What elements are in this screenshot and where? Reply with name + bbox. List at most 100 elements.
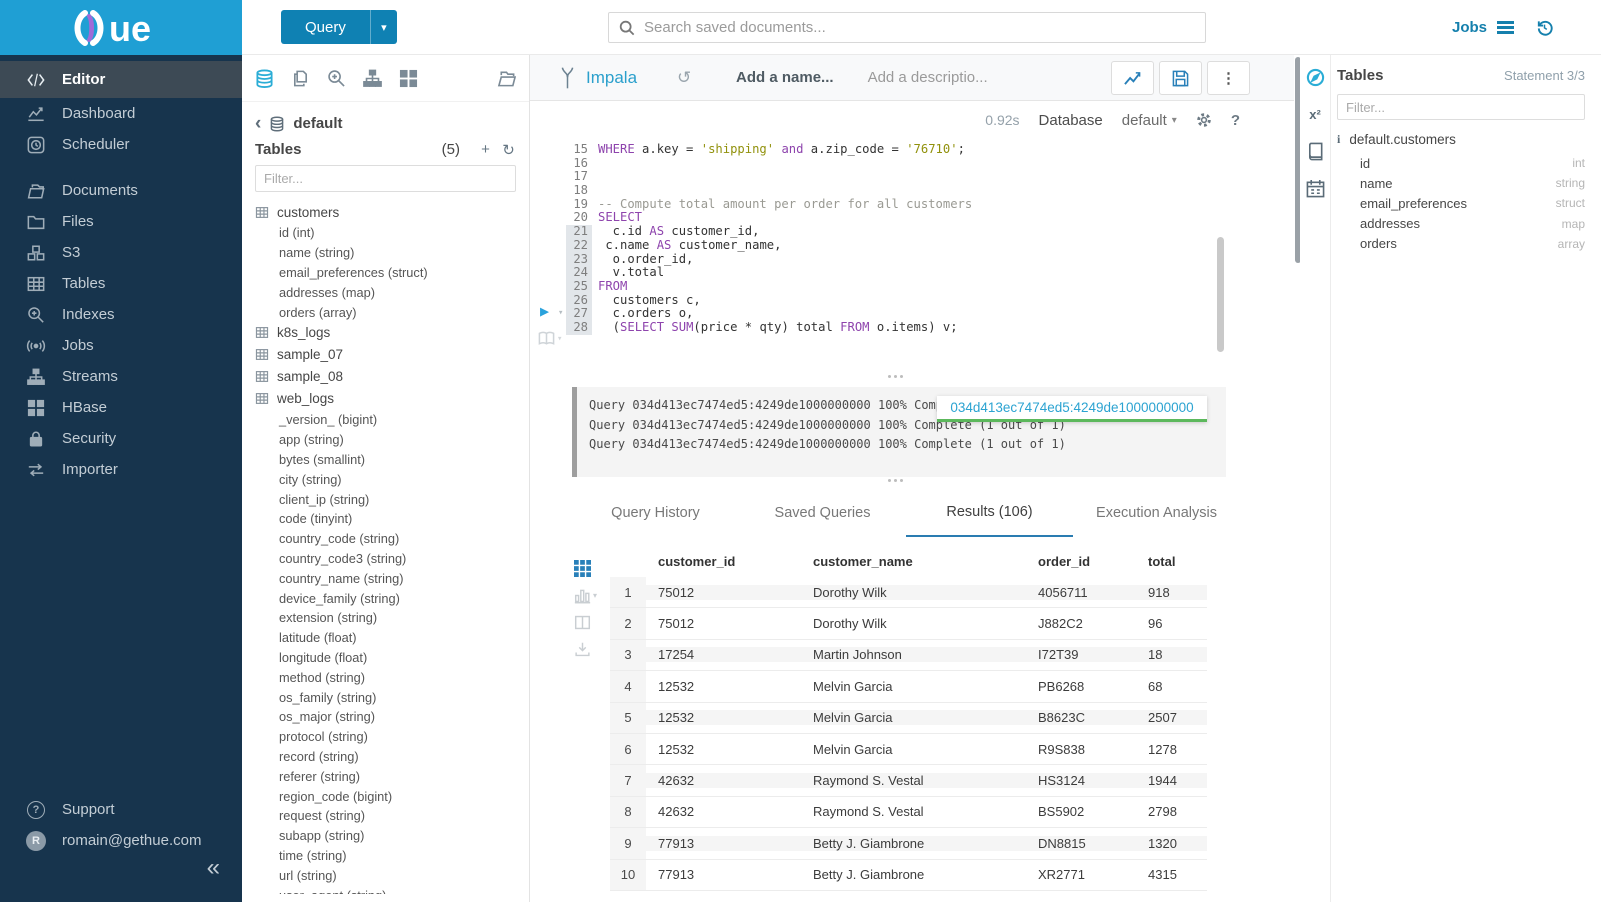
book-icon[interactable]	[1306, 142, 1325, 161]
results-cell[interactable]: 77913	[646, 867, 801, 882]
tree-column[interactable]: name (string)	[242, 243, 529, 263]
right-column-row[interactable]: ordersarray	[1337, 234, 1585, 254]
folder-open-icon[interactable]	[497, 69, 516, 88]
table-row[interactable]: 175012Dorothy Wilk4056711918	[610, 577, 1207, 608]
search-input[interactable]	[644, 19, 1195, 36]
results-cell[interactable]: 75012	[646, 616, 801, 631]
settings-gear-icon[interactable]	[1196, 112, 1212, 128]
sidebar-item-dashboard[interactable]: Dashboard	[0, 98, 242, 129]
resize-handle-top[interactable]	[888, 375, 903, 378]
tree-column[interactable]: user_agent (string)	[242, 885, 529, 894]
code-line[interactable]	[598, 157, 1214, 171]
results-cell[interactable]: Raymond S. Vestal	[801, 804, 1026, 819]
tree-column[interactable]: protocol (string)	[242, 727, 529, 747]
row-number[interactable]: 3	[610, 640, 646, 670]
results-cell[interactable]: Betty J. Giambrone	[801, 836, 1026, 851]
query-history-icon[interactable]	[1535, 18, 1554, 37]
table-row[interactable]: 317254Martin JohnsonI72T3918	[610, 640, 1207, 671]
results-cell[interactable]: 17254	[646, 647, 801, 662]
code-line[interactable]: FROM	[598, 280, 1214, 294]
code-line[interactable]: o.order_id,	[598, 253, 1214, 267]
results-cell[interactable]: I72T39	[1026, 647, 1136, 662]
sidebar-item-importer[interactable]: Importer	[0, 454, 242, 485]
results-cell[interactable]: 2507	[1136, 710, 1207, 725]
tree-column[interactable]: url (string)	[242, 865, 529, 885]
sidebar-item-user[interactable]: Rromain@gethue.com	[0, 825, 242, 856]
results-cell[interactable]: 12532	[646, 710, 801, 725]
row-number[interactable]: 7	[610, 765, 646, 795]
code-line[interactable]	[598, 170, 1214, 184]
tab-results-106-[interactable]: Results (106)	[906, 489, 1073, 537]
query-description-placeholder[interactable]: Add a descriptio...	[868, 69, 988, 86]
code-line[interactable]: SELECT	[598, 211, 1214, 225]
tree-column[interactable]: record (string)	[242, 747, 529, 767]
sidebar-item-hbase[interactable]: HBase	[0, 392, 242, 423]
tree-column[interactable]: subapp (string)	[242, 826, 529, 846]
active-table-name[interactable]: default.customers	[1349, 132, 1456, 147]
results-cell[interactable]: 77913	[646, 836, 801, 851]
sidebar-item-streams[interactable]: Streams	[0, 361, 242, 392]
results-cell[interactable]: Betty J. Giambrone	[801, 867, 1026, 882]
sidebar-collapse-icon[interactable]: «	[207, 856, 220, 880]
sidebar-item-indexes[interactable]: Indexes	[0, 299, 242, 330]
tab-query-history[interactable]: Query History	[572, 489, 739, 537]
table-row[interactable]: 512532Melvin GarciaB8623C2507	[610, 703, 1207, 734]
results-cell[interactable]: HS3124	[1026, 773, 1136, 788]
results-cell[interactable]: Melvin Garcia	[801, 742, 1026, 757]
results-cell[interactable]: XR2771	[1026, 867, 1136, 882]
sidebar-item-tables[interactable]: Tables	[0, 268, 242, 299]
database-selector-value[interactable]: default	[1122, 112, 1167, 129]
results-cell[interactable]: Martin Johnson	[801, 647, 1026, 662]
snippet-book-caret-icon[interactable]: ▾	[557, 335, 562, 344]
results-cell[interactable]: PB6268	[1026, 679, 1136, 694]
results-cell[interactable]: 1278	[1136, 742, 1207, 757]
results-cell[interactable]: DN8815	[1026, 836, 1136, 851]
database-selector[interactable]: default ▾	[1122, 112, 1177, 129]
table-row[interactable]: 842632Raymond S. VestalBS59022798	[610, 797, 1207, 828]
tree-column[interactable]: city (string)	[242, 469, 529, 489]
code-line[interactable]: c.name AS customer_name,	[598, 239, 1214, 253]
table-row[interactable]: 742632Raymond S. VestalHS31241944	[610, 765, 1207, 796]
table-row[interactable]: 1077913Betty J. GiambroneXR27714315	[610, 860, 1207, 891]
results-cell[interactable]: BS5902	[1026, 804, 1136, 819]
table-filter[interactable]	[255, 165, 516, 192]
row-number[interactable]: 2	[610, 608, 646, 638]
chart-button[interactable]	[1111, 61, 1154, 95]
results-cell[interactable]: 1320	[1136, 836, 1207, 851]
query-button-label[interactable]: Query	[281, 10, 370, 44]
back-chevron-icon[interactable]: ‹	[255, 114, 261, 133]
sidebar-item-s3[interactable]: S3	[0, 237, 242, 268]
bar-chart-icon[interactable]	[574, 587, 591, 604]
tree-column[interactable]: time (string)	[242, 846, 529, 866]
results-cell[interactable]: Dorothy Wilk	[801, 616, 1026, 631]
results-cell[interactable]: Melvin Garcia	[801, 679, 1026, 694]
help-icon[interactable]: ?	[1231, 112, 1240, 129]
tab-saved-queries[interactable]: Saved Queries	[739, 489, 906, 537]
tree-column[interactable]: latitude (float)	[242, 628, 529, 648]
database-icon[interactable]	[255, 69, 274, 88]
table-row[interactable]: 275012Dorothy WilkJ882C296	[610, 608, 1207, 639]
download-icon[interactable]	[574, 641, 591, 658]
code-line[interactable]: (SELECT SUM(price * qty) total FROM o.it…	[598, 321, 1214, 335]
tree-column[interactable]: longitude (float)	[242, 648, 529, 668]
results-cell[interactable]: Melvin Garcia	[801, 710, 1026, 725]
run-query-button[interactable]: ▶	[540, 304, 549, 319]
tree-column[interactable]: bytes (smallint)	[242, 450, 529, 470]
results-cell[interactable]: 68	[1136, 679, 1207, 694]
editor-scrollbar[interactable]	[1217, 237, 1224, 352]
sidebar-item-editor[interactable]: Editor	[0, 61, 242, 98]
right-column-row[interactable]: namestring	[1337, 173, 1585, 193]
tree-column[interactable]: orders (array)	[242, 302, 529, 322]
tree-column[interactable]: id (int)	[242, 223, 529, 243]
grid3-icon[interactable]	[574, 560, 591, 577]
copy-icon[interactable]	[291, 69, 310, 88]
tree-column[interactable]: os_major (string)	[242, 707, 529, 727]
tree-column[interactable]: country_name (string)	[242, 568, 529, 588]
sidebar-item-documents[interactable]: Documents	[0, 175, 242, 206]
tree-column[interactable]: client_ip (string)	[242, 489, 529, 509]
tree-column[interactable]: region_code (bigint)	[242, 786, 529, 806]
row-number[interactable]: 9	[610, 828, 646, 858]
row-number[interactable]: 1	[610, 577, 646, 607]
table-row[interactable]: 612532Melvin GarciaR9S8381278	[610, 734, 1207, 765]
sidebar-item-jobs[interactable]: Jobs	[0, 330, 242, 361]
